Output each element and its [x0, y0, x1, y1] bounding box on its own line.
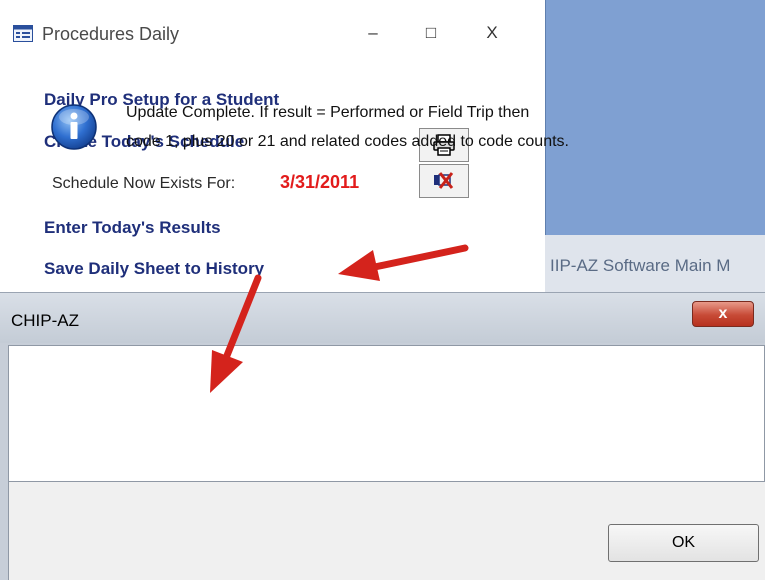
- procedures-titlebar: Procedures Daily – □ X: [0, 0, 545, 60]
- ok-button[interactable]: OK: [608, 524, 759, 562]
- schedule-exists-label: Schedule Now Exists For:: [52, 175, 236, 192]
- delete-schedule-icon: [434, 172, 454, 189]
- enter-results-link[interactable]: Enter Today's Results: [44, 218, 221, 238]
- window-title: Procedures Daily: [42, 24, 180, 44]
- save-to-history-link[interactable]: Save Daily Sheet to History: [44, 259, 264, 279]
- dialog-title: CHIP-AZ: [11, 311, 79, 330]
- dialog-message-line-2: code 1, plus 20 or 21 and related codes …: [126, 133, 569, 150]
- form-icon: [13, 25, 33, 42]
- dialog-message-line-1: Update Complete. If result = Performed o…: [126, 104, 530, 121]
- dialog-titlebar: CHIP-AZ x: [0, 293, 765, 343]
- close-window-button[interactable]: X: [475, 18, 509, 48]
- delete-schedule-button[interactable]: [419, 164, 469, 198]
- maximize-button[interactable]: □: [414, 18, 448, 48]
- info-icon: [51, 104, 97, 150]
- main-menu-title: IIP-AZ Software Main M: [550, 256, 731, 275]
- dialog-close-button[interactable]: x: [692, 301, 754, 327]
- schedule-date: 3/31/2011: [280, 172, 360, 192]
- dialog-message-area: [8, 345, 765, 482]
- minimize-button[interactable]: –: [356, 18, 390, 48]
- background-pane: [545, 0, 765, 235]
